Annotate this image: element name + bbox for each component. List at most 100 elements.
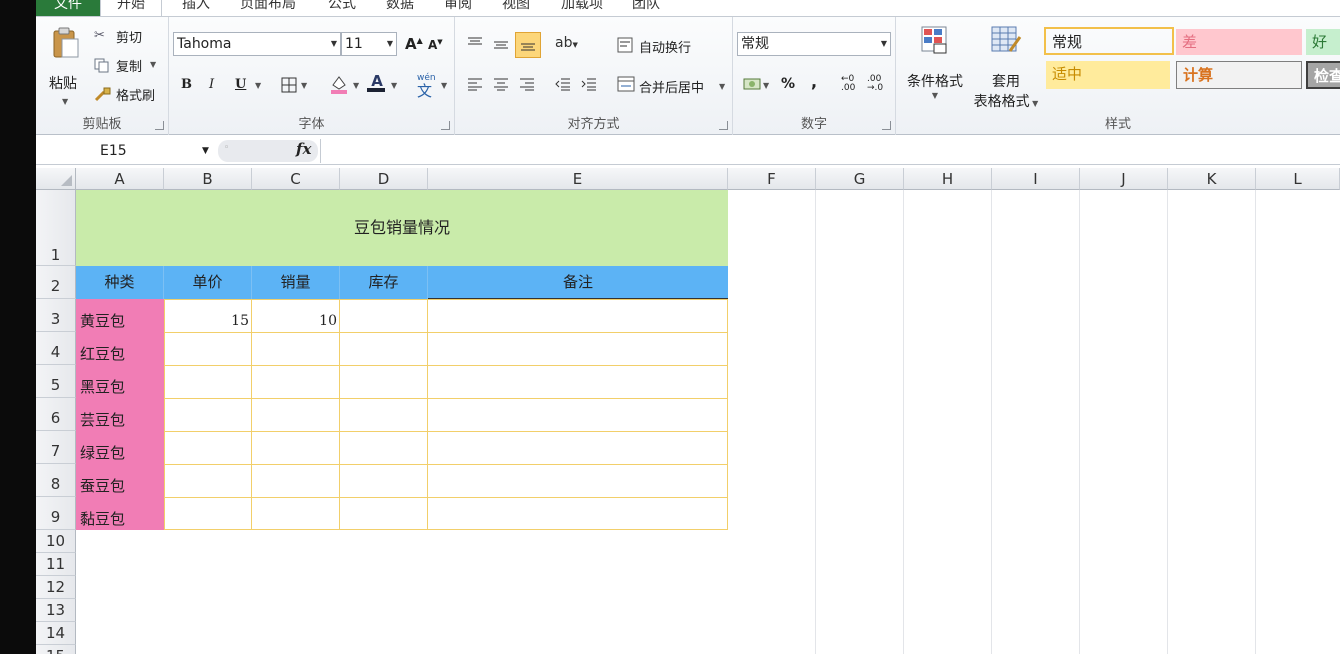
column-header-d[interactable]: D [340,168,428,190]
underline-button[interactable]: U [235,77,246,92]
sheet-title-cell[interactable]: 豆包销量情况 [76,190,728,266]
number-launcher-icon[interactable] [882,121,891,130]
kind-cell[interactable]: 红豆包 [76,332,164,365]
header-cell-stock[interactable]: 库存 [340,266,428,299]
header-cell-kind[interactable]: 种类 [76,266,164,299]
tab-addins[interactable]: 加载项 [554,0,610,16]
kind-cell[interactable]: 黏豆包 [76,497,164,530]
border-icon[interactable] [281,77,297,93]
tab-view[interactable]: 视图 [496,0,536,16]
font-name-select[interactable]: Tahoma ▼ [173,32,341,56]
column-header-g[interactable]: G [816,168,904,190]
percent-button[interactable]: % [781,76,795,92]
row-header-8[interactable]: 8 [36,464,76,497]
row-header-9[interactable]: 9 [36,497,76,530]
increase-indent-icon[interactable] [581,77,597,91]
tab-page-layout[interactable]: 页面布局 [234,0,302,16]
column-header-k[interactable]: K [1168,168,1256,190]
style-bad[interactable]: 差 [1176,29,1302,55]
style-check-cell[interactable]: 检查 [1306,61,1340,89]
row-header-2[interactable]: 2 [36,266,76,299]
align-middle-icon[interactable] [493,39,509,51]
align-bottom-button[interactable] [515,32,541,58]
row-header-4[interactable]: 4 [36,332,76,365]
column-header-l[interactable]: L [1256,168,1340,190]
italic-button[interactable]: I [209,77,214,92]
row-header-3[interactable]: 3 [36,299,76,332]
fill-color-dropdown-icon[interactable]: ▼ [353,81,359,90]
style-good[interactable]: 好 [1306,29,1340,55]
number-format-select[interactable]: 常规 ▼ [737,32,891,56]
conditional-format-button[interactable]: 条件格式 ▼ [900,25,970,107]
tab-formulas[interactable]: 公式 [322,0,362,16]
align-top-icon[interactable] [467,37,483,49]
paste-button[interactable]: 粘贴 ▼ [46,23,86,115]
column-header-j[interactable]: J [1080,168,1168,190]
kind-cell[interactable]: 芸豆包 [76,398,164,431]
row-header-1[interactable]: 1 [36,190,76,266]
row-header-10[interactable]: 10 [36,530,76,553]
bold-button[interactable]: B [181,77,192,92]
row-header-5[interactable]: 5 [36,365,76,398]
merge-dropdown-icon[interactable]: ▼ [719,82,725,91]
kind-cell[interactable]: 绿豆包 [76,431,164,464]
font-size-select[interactable]: 11 ▼ [341,32,397,56]
insert-function-button[interactable]: fx [296,140,311,158]
align-left-icon[interactable] [467,77,483,91]
align-center-icon[interactable] [493,77,509,91]
format-painter-button[interactable]: 格式刷 [94,85,166,105]
kind-cell[interactable]: 黄豆包 [76,299,164,332]
column-header-c[interactable]: C [252,168,340,190]
name-box[interactable]: E15 ▼ [36,140,214,162]
tab-review[interactable]: 审阅 [438,0,478,16]
comma-button[interactable]: , [811,72,817,91]
style-neutral[interactable]: 适中 [1046,61,1170,89]
align-right-icon[interactable] [519,77,535,91]
row-header-13[interactable]: 13 [36,599,76,622]
row-header-15[interactable]: 15 [36,645,76,654]
row-header-6[interactable]: 6 [36,398,76,431]
column-header-h[interactable]: H [904,168,992,190]
style-normal[interactable]: 常规 [1044,27,1174,55]
grow-font-button[interactable]: A▲ [405,35,423,53]
sales-cell[interactable]: 10 [252,299,337,332]
tab-team[interactable]: 团队 [626,0,666,16]
price-cell[interactable]: 15 [164,299,249,332]
kind-cell[interactable]: 黑豆包 [76,365,164,398]
column-header-f[interactable]: F [728,168,816,190]
shrink-font-button[interactable]: A▼ [428,38,443,52]
currency-icon[interactable] [743,77,761,91]
select-all-corner[interactable] [36,168,76,190]
header-cell-sales[interactable]: 销量 [252,266,340,299]
wrap-text-button[interactable]: 自动换行 [639,37,691,56]
copy-button[interactable]: 复制 ▼ [94,56,164,76]
merge-center-button[interactable]: 合并后居中 [639,77,704,96]
phonetic-button[interactable]: wén 文 [417,73,436,101]
row-header-7[interactable]: 7 [36,431,76,464]
decrease-indent-icon[interactable] [555,77,571,91]
tab-insert[interactable]: 插入 [176,0,216,16]
phonetic-dropdown-icon[interactable]: ▼ [441,81,447,90]
header-cell-note[interactable]: 备注 [428,266,728,299]
font-color-dropdown-icon[interactable]: ▼ [391,81,397,90]
currency-dropdown-icon[interactable]: ▼ [763,81,769,90]
border-dropdown-icon[interactable]: ▼ [301,81,307,90]
tab-data[interactable]: 数据 [380,0,420,16]
font-color-button[interactable]: A [367,72,387,92]
header-cell-price[interactable]: 单价 [164,266,252,299]
row-header-11[interactable]: 11 [36,553,76,576]
column-header-a[interactable]: A [76,168,164,190]
orientation-icon[interactable]: ab▼ [555,35,578,51]
tab-home[interactable]: 开始 [100,0,162,16]
font-launcher-icon[interactable] [441,121,450,130]
alignment-launcher-icon[interactable] [719,121,728,130]
clipboard-launcher-icon[interactable] [155,121,164,130]
fill-color-icon[interactable] [329,73,349,95]
column-header-b[interactable]: B [164,168,252,190]
style-calculation[interactable]: 计算 [1176,61,1302,89]
format-as-table-button[interactable]: 套用 表格格式 ▼ [968,25,1044,110]
formula-input[interactable] [320,139,1340,163]
row-header-14[interactable]: 14 [36,622,76,645]
column-header-i[interactable]: I [992,168,1080,190]
tab-file[interactable]: 文件 [36,0,100,16]
